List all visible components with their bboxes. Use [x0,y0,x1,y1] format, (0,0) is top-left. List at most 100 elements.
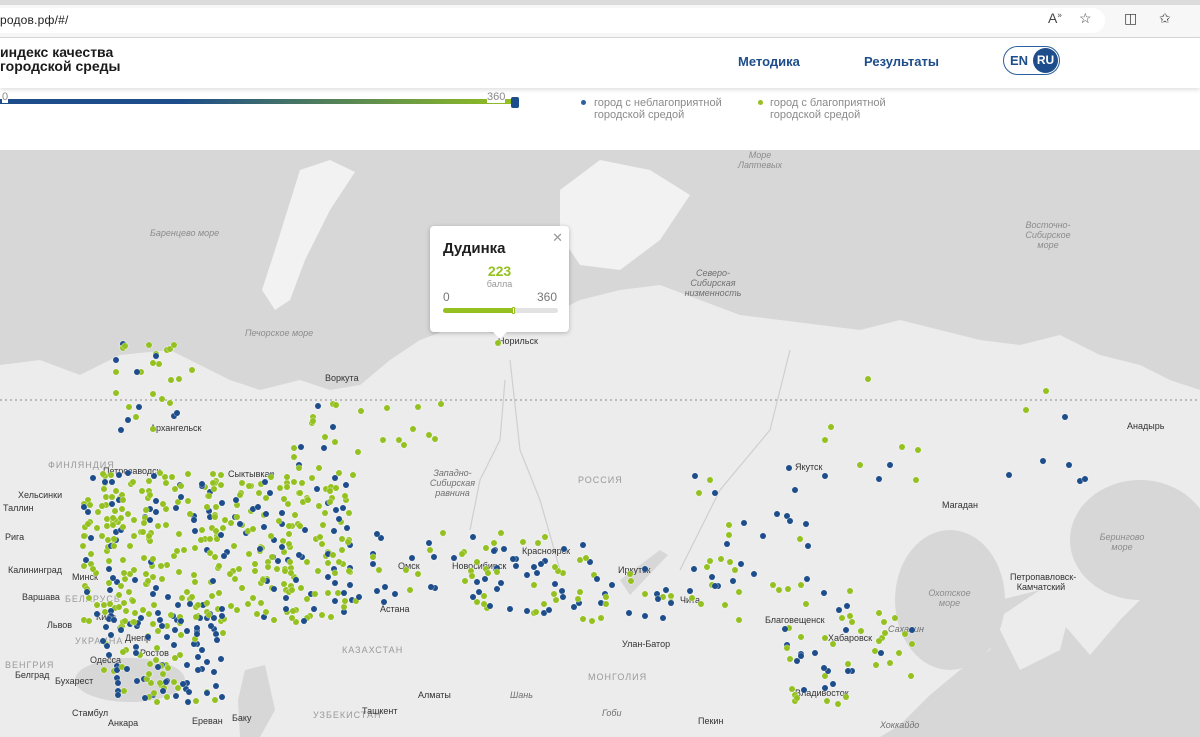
city-marker[interactable] [494,586,500,592]
city-marker[interactable] [279,544,285,550]
city-marker[interactable] [116,472,122,478]
city-marker[interactable] [830,641,836,647]
city-marker[interactable] [801,687,807,693]
city-marker[interactable] [267,490,273,496]
city-marker[interactable] [191,572,197,578]
city-marker[interactable] [147,492,153,498]
city-marker[interactable] [380,437,386,443]
city-marker[interactable] [204,600,210,606]
city-marker[interactable] [873,662,879,668]
city-marker[interactable] [95,509,101,515]
city-marker[interactable] [358,408,364,414]
city-marker[interactable] [228,603,234,609]
city-marker[interactable] [751,571,757,577]
city-marker[interactable] [304,596,310,602]
city-marker[interactable] [285,501,291,507]
city-marker[interactable] [370,561,376,567]
city-marker[interactable] [289,615,295,621]
city-marker[interactable] [219,694,225,700]
city-marker[interactable] [106,580,112,586]
city-marker[interactable] [332,439,338,445]
city-marker[interactable] [727,559,733,565]
city-marker[interactable] [212,554,218,560]
city-marker[interactable] [159,396,165,402]
city-marker[interactable] [231,543,237,549]
city-marker[interactable] [101,486,107,492]
city-marker[interactable] [792,487,798,493]
city-marker[interactable] [296,465,302,471]
city-marker[interactable] [142,695,148,701]
city-marker[interactable] [118,427,124,433]
city-marker[interactable] [134,678,140,684]
city-marker[interactable] [822,473,828,479]
city-marker[interactable] [305,497,311,503]
city-marker[interactable] [175,602,181,608]
city-marker[interactable] [157,470,163,476]
city-marker[interactable] [134,369,140,375]
city-marker[interactable] [113,357,119,363]
city-marker[interactable] [85,521,91,527]
city-marker[interactable] [642,591,648,597]
city-marker[interactable] [211,669,217,675]
city-marker[interactable] [86,595,92,601]
city-marker[interactable] [824,698,830,704]
city-marker[interactable] [175,685,181,691]
city-marker[interactable] [260,577,266,583]
city-marker[interactable] [736,617,742,623]
nav-methodology[interactable]: Методика [738,54,800,69]
city-marker[interactable] [210,471,216,477]
city-marker[interactable] [164,694,170,700]
city-marker[interactable] [384,405,390,411]
city-marker[interactable] [533,609,539,615]
city-marker[interactable] [431,554,437,560]
city-marker[interactable] [118,515,124,521]
city-marker[interactable] [839,615,845,621]
city-marker[interactable] [165,594,171,600]
city-marker[interactable] [370,554,376,560]
city-marker[interactable] [168,612,174,618]
city-marker[interactable] [176,376,182,382]
city-marker[interactable] [172,486,178,492]
city-marker[interactable] [321,445,327,451]
city-marker[interactable] [696,490,702,496]
city-marker[interactable] [88,551,94,557]
city-marker[interactable] [195,667,201,673]
city-marker[interactable] [120,497,126,503]
city-marker[interactable] [575,596,581,602]
city-marker[interactable] [86,618,92,624]
city-marker[interactable] [355,449,361,455]
city-marker[interactable] [250,526,256,532]
city-marker[interactable] [782,626,788,632]
city-marker[interactable] [726,522,732,528]
city-marker[interactable] [346,568,352,574]
city-marker[interactable] [520,539,526,545]
city-marker[interactable] [122,576,128,582]
city-marker[interactable] [153,353,159,359]
city-marker[interactable] [274,566,280,572]
city-marker[interactable] [153,657,159,663]
city-marker[interactable] [157,680,163,686]
city-marker[interactable] [687,588,693,594]
city-marker[interactable] [271,617,277,623]
city-marker[interactable] [160,688,166,694]
city-marker[interactable] [180,681,186,687]
city-marker[interactable] [336,559,342,565]
city-marker[interactable] [327,499,333,505]
city-marker[interactable] [125,470,131,476]
city-marker[interactable] [491,548,497,554]
city-marker[interactable] [277,485,283,491]
city-marker[interactable] [428,584,434,590]
city-marker[interactable] [150,574,156,580]
city-marker[interactable] [339,547,345,553]
city-marker[interactable] [246,483,252,489]
city-marker[interactable] [712,583,718,589]
city-marker[interactable] [140,529,146,535]
city-marker[interactable] [878,650,884,656]
city-marker[interactable] [158,563,164,569]
city-marker[interactable] [316,465,322,471]
city-marker[interactable] [187,511,193,517]
city-marker[interactable] [237,521,243,527]
city-marker[interactable] [804,576,810,582]
city-marker[interactable] [331,528,337,534]
city-marker[interactable] [794,695,800,701]
